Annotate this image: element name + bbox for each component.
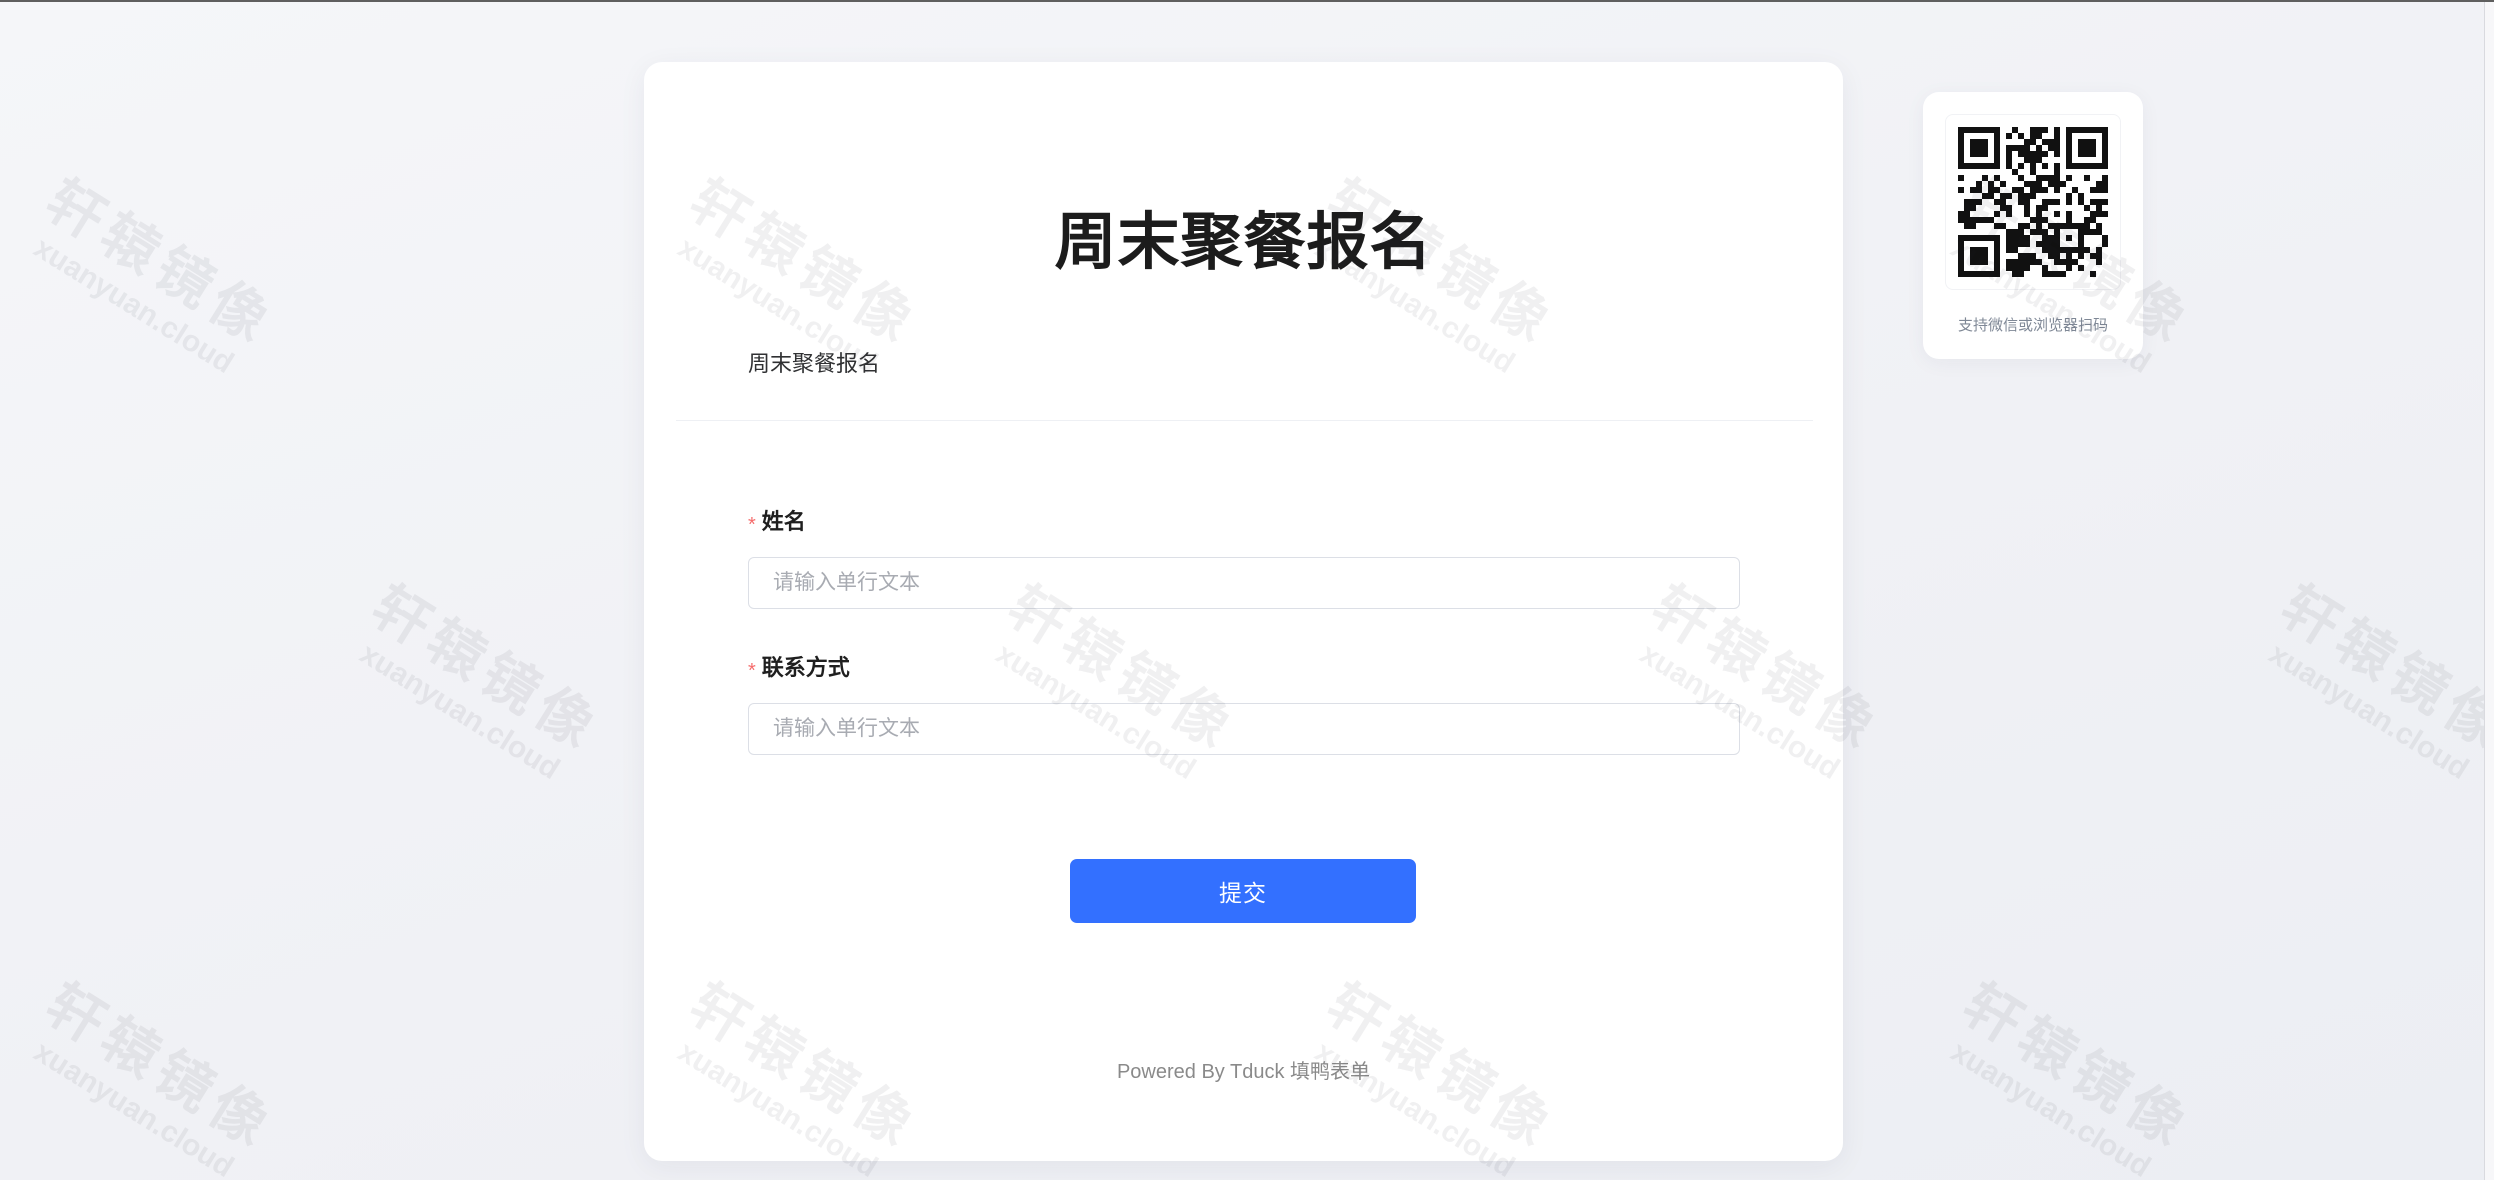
submit-button[interactable]: 提交: [1070, 859, 1416, 923]
window-top-border: [0, 0, 2494, 2]
field-label-contact: * 联系方式: [748, 653, 850, 683]
watermark-text: 轩辕镜像: [361, 573, 613, 763]
watermark-subtext: xuanyuan.cloud: [2263, 637, 2475, 787]
page: 周末聚餐报名 周末聚餐报名 *姓名 *联系方式 提交 Powered By Td…: [0, 0, 2494, 1180]
qr-code-icon: [1958, 127, 2108, 277]
watermark: 轩辕镜像xuanyuan.cloud: [327, 564, 627, 804]
watermark-text: 轩辕镜像: [35, 971, 287, 1161]
qr-caption: 支持微信或浏览器扫码: [1957, 317, 2108, 334]
watermark-subtext: xuanyuan.cloud: [354, 637, 566, 787]
watermark-text: 轩辕镜像: [2270, 573, 2494, 763]
field-label-name: * 姓名: [748, 507, 806, 537]
name-input[interactable]: [748, 557, 1740, 609]
watermark: 轩辕镜像xuanyuan.cloud: [1918, 962, 2218, 1180]
watermark-subtext: xuanyuan.cloud: [1945, 1035, 2157, 1180]
watermark-text: 轩辕镜像: [1952, 971, 2204, 1161]
divider: [676, 420, 1813, 421]
contact-input[interactable]: [748, 703, 1740, 755]
watermark: 轩辕镜像xuanyuan.cloud: [1, 962, 301, 1180]
field-label-text: 姓名: [761, 509, 806, 534]
required-asterisk: *: [748, 514, 756, 536]
scrollbar[interactable]: [2484, 0, 2494, 1180]
watermark-text: 轩辕镜像: [35, 167, 287, 357]
qr-code-card: 支持微信或浏览器扫码: [1923, 92, 2143, 359]
watermark: 轩辕镜像xuanyuan.cloud: [1, 158, 301, 398]
form-description: 周末聚餐报名: [748, 351, 881, 376]
qr-code-frame: [1945, 114, 2121, 290]
watermark-subtext: xuanyuan.cloud: [28, 1035, 240, 1180]
watermark-subtext: xuanyuan.cloud: [28, 231, 240, 381]
field-label-text: 联系方式: [761, 655, 850, 680]
form-title: 周末聚餐报名: [1054, 208, 1433, 277]
powered-by-link[interactable]: Powered By Tduck 填鸭表单: [644, 1058, 1843, 1086]
required-asterisk: *: [748, 660, 756, 682]
watermark: 轩辕镜像xuanyuan.cloud: [2236, 564, 2494, 804]
form-card: 周末聚餐报名 周末聚餐报名 *姓名 *联系方式 提交 Powered By Td…: [644, 62, 1843, 1161]
